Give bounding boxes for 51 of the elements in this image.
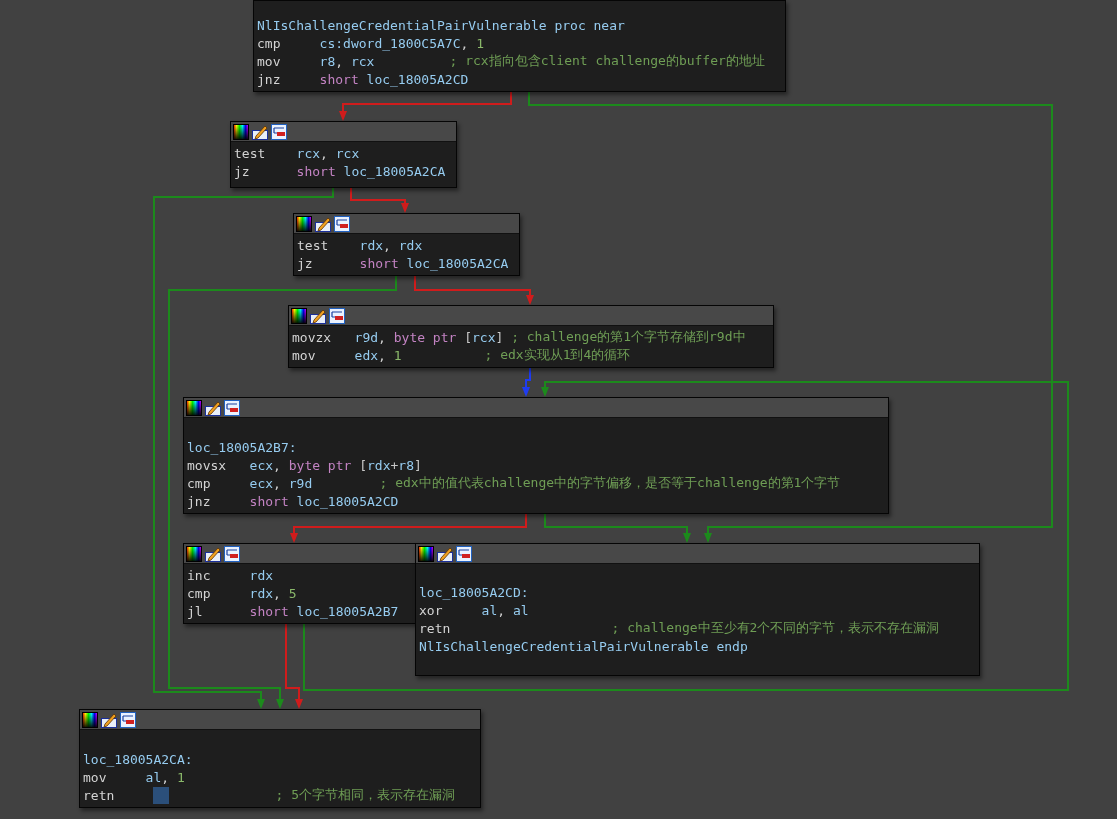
instruction-line: inc rdx [187,567,274,583]
instruction-line: retn [419,620,452,636]
code-comment: ; challenge的第1个字节存储到r9d中 [511,328,746,346]
pencil-icon[interactable] [315,215,331,232]
flowchart-icon[interactable] [456,545,472,562]
color-palette-icon[interactable] [233,123,249,140]
instruction-line: movzx r9d, byte ptr [rcx] [292,329,504,345]
flowchart-icon[interactable] [120,711,136,728]
code-label: loc_18005A2B7: [187,439,297,455]
pencil-icon[interactable] [205,545,221,562]
pencil-icon[interactable] [205,399,221,416]
instruction-line: NlIsChallengeCredentialPairVulnerable proc near [257,17,625,33]
instruction-line: mov edx, 1 [292,347,402,363]
code-comment: ; 5个字节相同，表示存在漏洞 [275,786,455,804]
flowchart-icon[interactable] [334,215,350,232]
instruction-line: jz short loc_18005A2CA [297,255,509,271]
code-label: loc_18005A2CD: [419,584,529,600]
instruction-line: mov al, 1 [83,769,185,785]
flowchart-icon[interactable] [271,123,287,140]
code-comment: ; edx中的值代表challenge中的字节偏移，是否等于challenge的第1个字节 [379,474,841,492]
instruction-line: movsx ecx, byte ptr [rdx+r8] [187,457,422,473]
color-palette-icon[interactable] [296,215,312,232]
pencil-icon[interactable] [310,307,326,324]
code-label: loc_18005A2CA: [83,751,193,767]
pencil-icon[interactable] [101,711,117,728]
color-palette-icon[interactable] [82,711,98,728]
instruction-line: cmp cs:dword_1800C5A7C, 1 [257,35,484,51]
instruction-line: jl short loc_18005A2B7 [187,603,399,619]
instruction-line: test rdx, rdx [297,237,423,253]
flowchart-icon[interactable] [329,307,345,324]
flowchart-icon[interactable] [224,545,240,562]
code-comment: ; edx实现从1到4的循环 [484,346,631,364]
instruction-line: xor al, al [419,602,529,618]
code-comment: ; challenge中至少有2个不同的字节，表示不存在漏洞 [611,619,940,637]
instruction-line: mov r8, rcx [257,53,375,69]
instruction-line: jnz short loc_18005A2CD [187,493,399,509]
instruction-line: jnz short loc_18005A2CD [257,71,469,87]
pencil-icon[interactable] [252,123,268,140]
code-comment: ; rcx指向包含client challenge的buffer的地址 [449,52,765,70]
instruction-line: cmp rdx, 5 [187,585,297,601]
color-palette-icon[interactable] [186,545,202,562]
instruction-line: test rcx, rcx [234,145,360,161]
instruction-line: retn [83,787,116,803]
color-palette-icon[interactable] [291,307,307,324]
pencil-icon[interactable] [437,545,453,562]
instruction-line: cmp ecx, r9d [187,475,313,491]
instruction-line: NlIsChallengeCredentialPairVulnerable endp [419,638,748,654]
instruction-line: jz short loc_18005A2CA [234,163,446,179]
color-palette-icon[interactable] [418,545,434,562]
flowchart-icon[interactable] [224,399,240,416]
color-palette-icon[interactable] [186,399,202,416]
